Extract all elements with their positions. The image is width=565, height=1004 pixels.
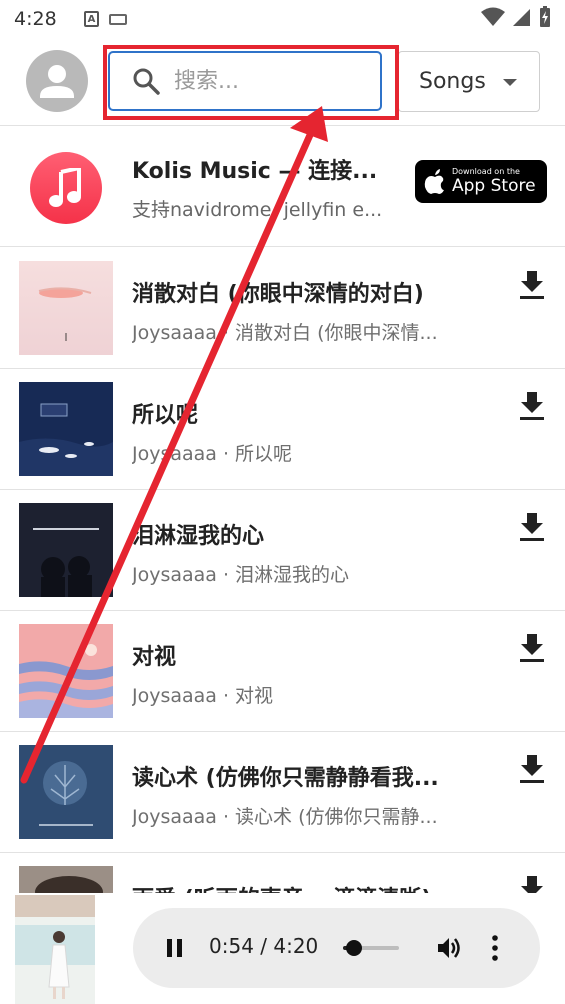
volume-icon[interactable] <box>436 935 462 961</box>
status-bar: 4:28 A <box>0 0 565 38</box>
battery-icon <box>540 6 550 27</box>
song-title: 消散对白 (你眼中深情的对白) <box>132 282 424 307</box>
progress-knob[interactable] <box>346 940 363 956</box>
album-cover <box>19 382 113 476</box>
song-row[interactable]: 所以呢 Joysaaaa · 所以呢 <box>0 369 565 490</box>
album-cover <box>19 624 113 718</box>
player-controls: 0:54 / 4:20 <box>133 908 540 988</box>
music-app-logo <box>30 152 102 224</box>
badge-store-name: App Store <box>452 176 536 196</box>
song-row[interactable]: 读心术 (仿佛你只需静静看我... Joysaaaa · 读心术 (仿佛你只需静… <box>0 732 565 853</box>
apple-icon <box>424 168 444 194</box>
category-dropdown[interactable]: Songs <box>398 51 540 112</box>
dropdown-value: Songs <box>419 69 486 94</box>
song-meta: Joysaaaa · 泪淋湿我的心 <box>132 564 350 586</box>
download-icon[interactable] <box>519 633 545 663</box>
album-cover <box>19 745 113 839</box>
song-meta: Joysaaaa · 消散对白 (你眼中深情... <box>132 322 438 344</box>
download-icon[interactable] <box>519 512 545 542</box>
promo-subtitle: 支持navidrome, jellyfin e... <box>132 199 383 221</box>
album-cover <box>19 503 113 597</box>
song-row[interactable]: 对视 Joysaaaa · 对视 <box>0 611 565 732</box>
accessibility-icon: A <box>84 11 99 27</box>
song-meta: Joysaaaa · 对视 <box>132 685 274 707</box>
status-time: 4:28 <box>14 8 57 30</box>
keyboard-icon <box>109 13 127 25</box>
playback-time: 0:54 / 4:20 <box>209 934 319 958</box>
song-row[interactable]: 消散对白 (你眼中深情的对白) Joysaaaa · 消散对白 (你眼中深情..… <box>0 248 565 369</box>
mini-player: 0:54 / 4:20 <box>0 893 565 1004</box>
song-title: 泪淋湿我的心 <box>132 524 265 549</box>
album-cover <box>19 261 113 355</box>
app-store-badge[interactable]: Download on the App Store <box>415 160 547 203</box>
avatar[interactable] <box>26 50 88 112</box>
signal-icon <box>513 9 530 26</box>
song-title: 对视 <box>132 645 177 670</box>
chevron-down-icon <box>503 79 517 86</box>
song-title: 所以呢 <box>132 403 199 428</box>
more-vert-icon[interactable] <box>491 935 499 961</box>
progress-slider[interactable] <box>343 940 399 956</box>
now-playing-cover[interactable] <box>15 895 95 1004</box>
download-icon[interactable] <box>519 391 545 421</box>
music-note-icon <box>49 168 81 207</box>
song-meta: Joysaaaa · 所以呢 <box>132 443 293 465</box>
download-icon[interactable] <box>519 270 545 300</box>
person-icon <box>40 65 74 98</box>
promo-title: Kolis Music — 连接... <box>132 159 378 184</box>
song-meta: Joysaaaa · 读心术 (仿佛你只需静... <box>132 806 438 828</box>
song-row[interactable]: 泪淋湿我的心 Joysaaaa · 泪淋湿我的心 <box>0 490 565 611</box>
badge-caption: Download on the <box>452 167 520 176</box>
promo-banner[interactable]: Kolis Music — 连接... 支持navidrome, jellyfi… <box>0 127 565 247</box>
wifi-icon <box>481 7 505 26</box>
pause-icon[interactable] <box>163 936 187 960</box>
annotation-highlight-box <box>103 45 399 120</box>
song-title: 读心术 (仿佛你只需静静看我... <box>132 766 439 791</box>
download-icon[interactable] <box>519 754 545 784</box>
